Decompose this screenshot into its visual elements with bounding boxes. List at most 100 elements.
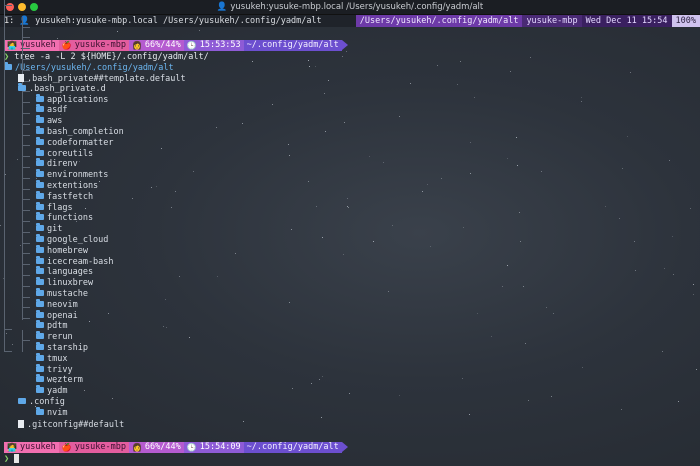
tree-entry-name: homebrew xyxy=(47,245,88,256)
tree-guide-line xyxy=(22,330,23,353)
folder-icon xyxy=(36,136,44,145)
user-icon: 👤 xyxy=(19,16,30,26)
tree-guide-branch xyxy=(4,329,12,330)
star-dot xyxy=(630,71,632,73)
star-dot xyxy=(0,224,2,226)
prompt-battery-segment: 👩 66%/44% xyxy=(128,442,184,453)
tree-guide-branch xyxy=(22,102,30,104)
star-dot xyxy=(11,344,13,346)
tree-entry-name: coreutils xyxy=(47,148,94,159)
new-window-button[interactable]: + xyxy=(287,15,292,27)
tree-entry-name: functions xyxy=(47,213,94,224)
star-dot xyxy=(525,342,527,344)
zoom-button[interactable] xyxy=(30,3,38,11)
star-dot xyxy=(392,224,394,226)
star-dot xyxy=(78,161,80,163)
config-folder-icon xyxy=(18,398,26,404)
command-text: tree -a -L 2 ${HOME}/.config/yadm/alt/ xyxy=(14,52,209,62)
tree-entry-name: nvim xyxy=(47,407,68,418)
tmux-window-tab[interactable]: 1: 👤 yusukeh:yusuke-mbp.local /Users/yus… xyxy=(4,15,322,27)
tree-entry-name: environments xyxy=(47,170,109,181)
tmux-host-segment: yusuke-mbp xyxy=(522,15,582,27)
star-dot xyxy=(117,31,118,33)
star-dot xyxy=(635,269,637,271)
star-dot xyxy=(111,398,113,400)
prompt-time-segment: 🕒 15:53:53 xyxy=(183,40,244,51)
star-dot xyxy=(308,65,310,67)
tree-entry-name: tmux xyxy=(47,353,68,364)
star-dot xyxy=(692,284,694,286)
tree-entry-name: direnv xyxy=(47,159,78,170)
star-dot xyxy=(242,420,244,422)
tree-entry-name: fastfetch xyxy=(47,191,94,202)
tree-entry: icecream-bash xyxy=(36,255,114,268)
star-dot xyxy=(553,313,555,315)
folder-icon xyxy=(36,169,44,178)
prompt-user-segment: 👩‍💻 yusukeh xyxy=(4,442,59,453)
star-dot xyxy=(308,60,310,62)
star-dot xyxy=(436,64,438,66)
star-dot xyxy=(322,376,324,378)
text-cursor xyxy=(14,454,20,463)
tree-guide-branch xyxy=(22,188,30,190)
star-dot xyxy=(382,162,384,164)
star-dot xyxy=(343,254,345,256)
minimize-button[interactable] xyxy=(18,3,26,11)
tree-guide-branch xyxy=(22,221,30,222)
tree-guide-branch xyxy=(22,177,30,179)
user-avatar-icon: 👩‍💻 xyxy=(7,443,17,452)
tree-entry: fastfetch xyxy=(36,190,94,203)
star-dot xyxy=(193,171,195,173)
window-title: yusukeh:yusuke-mbp.local /Users/yusukeh/… xyxy=(230,2,484,12)
star-dot xyxy=(627,135,629,137)
prompt-dir-segment: ~/.config/yadm/alt xyxy=(243,442,342,453)
tree-entry-name: mustache xyxy=(47,289,88,299)
tree-guide-branch xyxy=(22,48,30,50)
tree-guide-branch xyxy=(22,264,30,266)
person-icon: 👩 xyxy=(131,41,142,50)
star-dot xyxy=(162,325,164,327)
tree-entry: linuxbrew xyxy=(36,277,93,289)
tree-guide-branch xyxy=(4,15,12,17)
title-bar: 👤 yusukeh:yusuke-mbp.local /Users/yusukeh… xyxy=(0,0,700,15)
star-dot xyxy=(372,241,374,243)
star-dot xyxy=(462,226,464,228)
star-dot xyxy=(287,143,289,145)
tree-guide-branch xyxy=(22,318,30,320)
folder-icon xyxy=(36,104,44,113)
tree-guide-branch xyxy=(22,113,30,114)
tree-entry-name: starship xyxy=(47,343,88,353)
file-icon xyxy=(18,419,24,428)
star-dot xyxy=(490,336,492,338)
prompt-arrow xyxy=(341,40,348,50)
star-dot xyxy=(662,351,664,353)
star-dot xyxy=(429,246,431,248)
tree-guide-branch xyxy=(22,296,30,298)
star-dot xyxy=(164,298,166,300)
star-dot xyxy=(473,97,475,99)
star-dot xyxy=(16,159,18,161)
star-dot xyxy=(369,155,371,157)
command-line-2[interactable]: ❯ xyxy=(4,454,20,465)
star-dot xyxy=(693,293,695,295)
folder-icon xyxy=(36,374,44,383)
tree-entry-name: pdtm xyxy=(47,321,68,332)
prompt-host-segment: 🍎 yusuke-mbp xyxy=(58,442,129,453)
tmux-percent-segment: 100% xyxy=(671,15,700,27)
tree-entry: flags xyxy=(36,201,73,214)
folder-icon xyxy=(36,406,44,415)
apple-icon: 🍎 xyxy=(61,443,72,452)
star-dot xyxy=(291,387,293,389)
tree-entry: .gitconfig##default xyxy=(18,419,124,431)
prompt-bar: 👩‍💻 yusukeh 🍎 yusuke-mbp 👩 66%/44% 🕒 15:53:5… xyxy=(4,40,348,51)
tree-entry: git xyxy=(36,223,62,235)
star-dot xyxy=(349,392,351,394)
folder-icon xyxy=(36,331,44,340)
prompt-time-segment: 🕒 15:54:09 xyxy=(183,442,244,453)
star-dot xyxy=(216,127,218,129)
tree-guide-branch xyxy=(22,199,30,201)
tree-entry-name: languages xyxy=(47,267,94,278)
star-dot xyxy=(523,286,525,288)
folder-icon xyxy=(36,385,44,394)
clock-icon: 🕒 xyxy=(186,41,197,50)
